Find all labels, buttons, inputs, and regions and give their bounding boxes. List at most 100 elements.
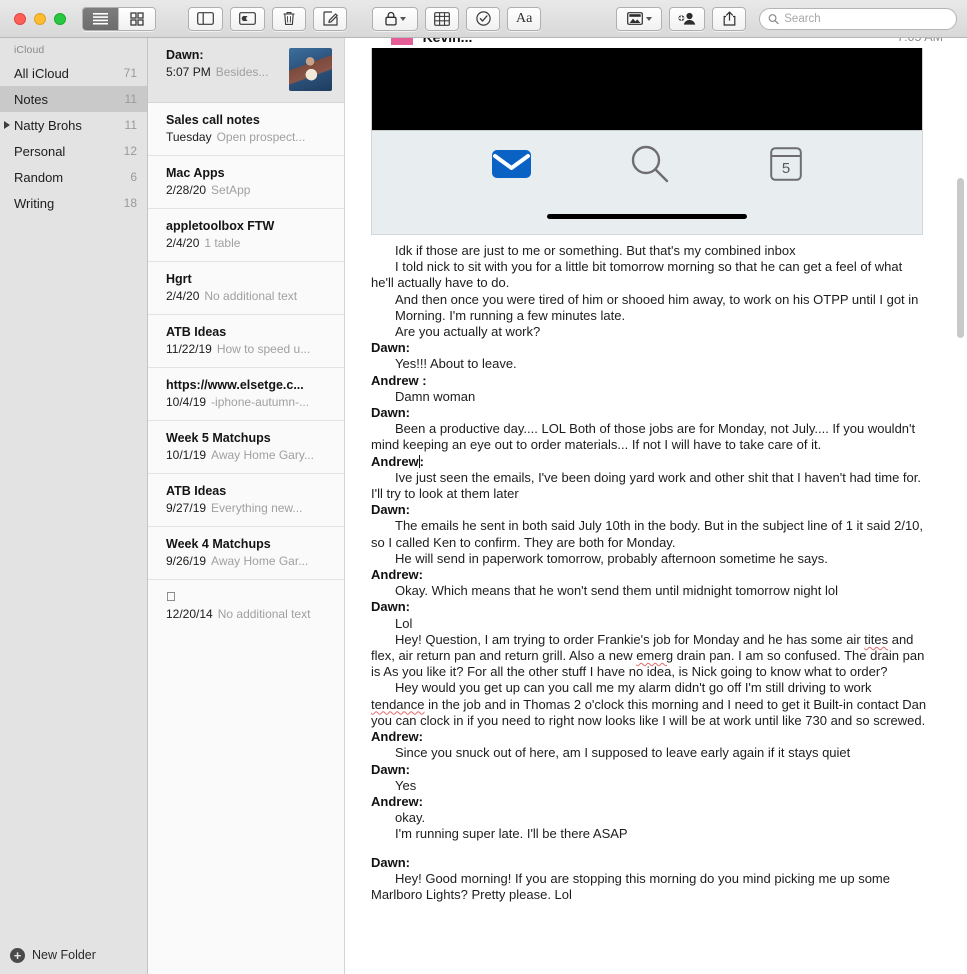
- minimize-button[interactable]: [34, 12, 46, 25]
- disclosure-triangle-icon[interactable]: [4, 121, 10, 129]
- note-list-item[interactable]: Mac Apps 2/28/20 SetApp: [148, 156, 344, 209]
- note-list-item-title: ATB Ideas: [166, 484, 227, 498]
- note-list-item-main: Sales call notes Tuesday Open prospect...: [166, 113, 332, 144]
- add-media-button[interactable]: [616, 6, 663, 31]
- gallery-view-button[interactable]: [119, 7, 155, 30]
- format-button[interactable]: Aa: [507, 6, 542, 31]
- notes-window: Aa Search iCloud All iCloud 71 Notes 11 …: [0, 0, 967, 974]
- close-button[interactable]: [14, 12, 26, 25]
- note-message-line: Hey! Good morning! If you are stopping t…: [371, 870, 890, 902]
- note-list-item[interactable]: Hgrt 2/4/20 No additional text: [148, 262, 344, 315]
- add-people-button[interactable]: [669, 6, 706, 31]
- attachment-black-area: [371, 48, 923, 130]
- note-list-item-date: 11/22/19: [166, 342, 212, 356]
- note-list-item[interactable]:  12/20/14 No additional text: [148, 580, 344, 632]
- note-detail-pane[interactable]: Kevin... 7:05 AM: [345, 38, 967, 974]
- sidebar-item-natty-brohs[interactable]: Natty Brohs 11: [0, 112, 147, 138]
- sidebar-item-count: 6: [130, 170, 137, 184]
- note-list-item-main: Week 5 Matchups 10/1/19 Away Home Gary...: [166, 431, 332, 462]
- note-list-item[interactable]: https://www.elsetge.c... 10/4/19 -iphone-a…: [148, 368, 344, 421]
- list-view-icon: [93, 13, 108, 25]
- note-attachment-screenshot[interactable]: 5: [371, 48, 923, 235]
- folders-sidebar: iCloud All iCloud 71 Notes 11 Natty Brohs 11 P…: [0, 38, 148, 974]
- note-list-item-title: Sales call notes: [166, 113, 260, 127]
- note-speaker-label: Andrew:: [371, 567, 423, 583]
- note-list-item-title: Week 4 Matchups: [166, 537, 271, 551]
- note-speaker-label: Dawn:: [371, 405, 410, 421]
- mail-icon: [491, 150, 531, 178]
- note-list-item-main: ATB Ideas 9/27/19 Everything new...: [166, 484, 332, 515]
- note-list-item[interactable]: ATB Ideas 9/27/19 Everything new...: [148, 474, 344, 527]
- sidebar-item-label: Natty Brohs: [14, 117, 82, 133]
- checklist-button[interactable]: [466, 6, 500, 31]
- note-list-item-date: 5:07 PM: [166, 65, 211, 79]
- note-list-item-date: 9/27/19: [166, 501, 207, 515]
- note-list-item[interactable]: Week 4 Matchups 9/26/19 Away Home Gar...: [148, 527, 344, 580]
- svg-text:5: 5: [782, 160, 790, 177]
- note-message-line: He will send in paperwork tomorrow, prob…: [395, 550, 828, 566]
- note-list-item-date: 2/4/20: [166, 236, 200, 250]
- note-list-item-title: Week 5 Matchups: [166, 431, 271, 445]
- note-list-item-subtitle: 12/20/14 No additional text: [166, 607, 332, 621]
- note-list-item-date: 9/26/19: [166, 554, 207, 568]
- note-message-line: Ive just seen the emails, I've been doin…: [371, 469, 921, 502]
- misspelled-word: tites: [864, 631, 889, 647]
- note-list-item-snippet: Open prospect...: [216, 130, 306, 144]
- chevron-down-icon: [645, 16, 652, 21]
- lock-icon: [384, 11, 397, 26]
- misspelled-word: emerg: [636, 648, 674, 664]
- sidebar-item-count: 11: [124, 92, 137, 106]
- sidebar-item-all-icloud[interactable]: All iCloud 71: [0, 60, 147, 86]
- note-list-item-date: Tuesday: [166, 130, 212, 144]
- toggle-attachments-button[interactable]: [230, 6, 265, 31]
- folders-scroll-area: iCloud All iCloud 71 Notes 11 Natty Brohs 11 P…: [0, 38, 147, 936]
- note-list-item-subtitle: 2/28/20 SetApp: [166, 183, 332, 197]
- toggle-sidebar-button[interactable]: [188, 6, 223, 31]
- share-button[interactable]: [712, 6, 747, 31]
- note-list-item[interactable]: Week 5 Matchups 10/1/19 Away Home Gary...: [148, 421, 344, 474]
- note-list-item-date: 2/4/20: [166, 289, 200, 303]
- note-list-item-date: 2/28/20: [166, 183, 207, 197]
- note-list-item-subtitle: 10/4/19 -iphone-autumn-...: [166, 395, 332, 409]
- attachment-dock-area: 5: [371, 130, 923, 235]
- notes-list[interactable]: Dawn: 5:07 PM Besides... Sales call notes Tu…: [148, 38, 345, 974]
- search-field[interactable]: [759, 7, 957, 30]
- note-list-item[interactable]: Sales call notes Tuesday Open prospect...: [148, 103, 344, 156]
- sidebar-item-random[interactable]: Random 6: [0, 164, 147, 190]
- sidebar-item-count: 12: [123, 144, 137, 158]
- note-speaker-label: Dawn:: [371, 761, 410, 777]
- note-list-item-snippet: SetApp: [211, 183, 251, 197]
- note-list-item[interactable]: ATB Ideas 11/22/19 How to speed u...: [148, 315, 344, 368]
- note-speaker-label: Andrew:: [371, 729, 423, 745]
- note-speaker-label: Dawn:: [371, 340, 410, 356]
- add-table-button[interactable]: [425, 6, 459, 31]
- note-list-item-subtitle: 11/22/19 How to speed u...: [166, 342, 332, 356]
- note-scrollbar[interactable]: [957, 178, 964, 338]
- compose-note-button[interactable]: [313, 6, 347, 31]
- attachments-icon: [239, 12, 256, 25]
- note-message-line: Since you snuck out of here, am I suppos…: [395, 745, 851, 761]
- add-people-icon: [678, 12, 696, 25]
- note-list-item-snippet: -iphone-autumn-...: [211, 395, 310, 409]
- note-message-line: I told nick to sit with you for a little…: [371, 259, 903, 291]
- note-message-line: And then once you were tired of him or s…: [395, 291, 919, 307]
- sidebar-item-writing[interactable]: Writing 18: [0, 190, 147, 216]
- note-text-body[interactable]: Idk if those are just to me or something…: [345, 235, 967, 974]
- checkmark-circle-icon: [475, 11, 491, 26]
- view-mode-segmented-control[interactable]: [82, 6, 156, 31]
- note-list-item[interactable]: appletoolbox FTW 2/4/20 1 table: [148, 209, 344, 262]
- new-folder-button[interactable]: + New Folder: [0, 936, 147, 974]
- note-list-item-main:  12/20/14 No additional text: [166, 590, 332, 621]
- delete-note-button[interactable]: [272, 6, 306, 31]
- note-list-item[interactable]: Dawn: 5:07 PM Besides...: [148, 38, 344, 103]
- sidebar-item-personal[interactable]: Personal 12: [0, 138, 147, 164]
- note-list-item-title: Mac Apps: [166, 166, 225, 180]
- media-icon: [626, 12, 643, 25]
- lock-note-button[interactable]: [372, 6, 418, 31]
- zoom-button[interactable]: [54, 12, 66, 25]
- sidebar-item-notes[interactable]: Notes 11: [0, 86, 147, 112]
- search-input[interactable]: [784, 12, 948, 25]
- search-icon: [768, 13, 779, 24]
- compose-icon: [322, 11, 338, 26]
- list-view-button[interactable]: [83, 7, 119, 30]
